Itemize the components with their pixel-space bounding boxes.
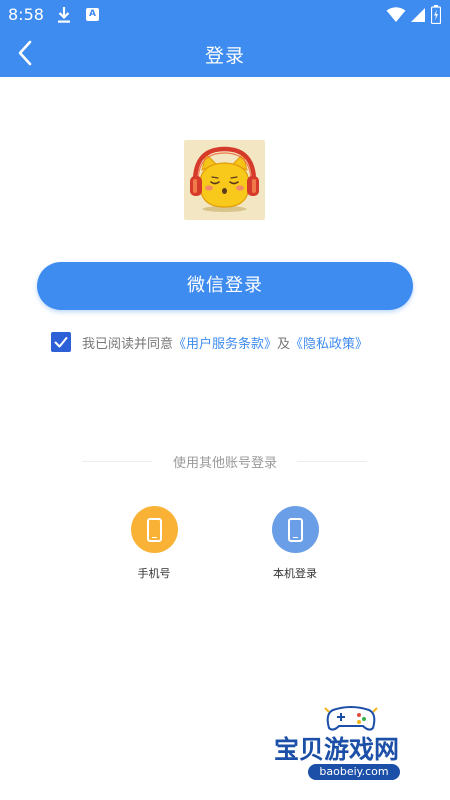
local-login-label: 本机登录 <box>273 567 317 580</box>
agreement-row: 我已阅读并同意《用户服务条款》及《隐私政策》 <box>51 331 368 353</box>
status-bar: 8:58 A <box>0 0 450 30</box>
phone-login-button[interactable]: 手机号 <box>114 506 194 581</box>
agreement-text: 我已阅读并同意《用户服务条款》及《隐私政策》 <box>82 333 368 352</box>
local-login-circle <box>271 506 319 553</box>
status-time: 8:58 <box>8 5 44 24</box>
app-notification-icon: A <box>86 8 99 21</box>
signal-icon <box>411 8 425 22</box>
divider-right <box>297 461 367 462</box>
wifi-icon <box>386 7 406 22</box>
agreement-prefix: 我已阅读并同意 <box>82 336 174 352</box>
battery-icon <box>431 5 441 24</box>
watermark-text: 宝贝游戏网 <box>274 735 400 764</box>
phone-icon <box>146 518 162 542</box>
agree-checkbox[interactable] <box>51 332 71 352</box>
title-bar: 登录 <box>0 30 450 77</box>
watermark: 宝贝游戏网 baobeiy.com <box>268 700 438 788</box>
download-icon <box>58 7 70 23</box>
app-logo <box>184 140 265 220</box>
phone-icon <box>287 518 303 542</box>
headphone-cat-mascot-icon <box>190 146 259 212</box>
other-login-title: 使用其他账号登录 <box>172 456 277 471</box>
page-title: 登录 <box>204 45 245 67</box>
local-login-button[interactable]: 本机登录 <box>255 506 335 581</box>
terms-link[interactable]: 《用户服务条款》 <box>173 337 277 352</box>
watermark-url: baobeiy.com <box>308 764 400 780</box>
privacy-link[interactable]: 《隐私政策》 <box>290 337 368 352</box>
phone-login-circle <box>130 506 178 553</box>
check-icon <box>54 337 68 348</box>
agreement-conjunction: 及 <box>277 336 291 352</box>
wechat-login-button[interactable]: 微信登录 <box>37 262 413 310</box>
phone-login-label: 手机号 <box>137 567 171 580</box>
